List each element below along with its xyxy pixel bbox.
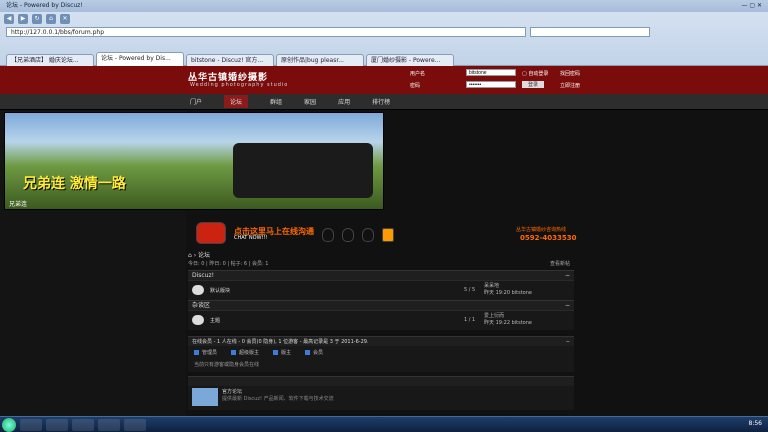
link-thumbnail[interactable] bbox=[192, 388, 218, 406]
chat-banner[interactable]: 点击这里马上在线沟通 CHAT NOW!!! bbox=[190, 218, 570, 246]
tab-4[interactable]: 原创作品|bug pleasr... bbox=[276, 54, 364, 66]
online-header: 在线会员 - 1 人在线 - 0 会员(0 隐身), 1 位游客 - 最高记录是… bbox=[188, 336, 574, 346]
login-button[interactable]: 登录 bbox=[522, 81, 545, 88]
tab-3[interactable]: bitstone - Discuz! 官方... bbox=[186, 54, 274, 66]
forum-last-post: 呆呆地 昨天 19:20 bitstone bbox=[484, 283, 532, 297]
task-item[interactable] bbox=[20, 418, 42, 431]
online-legend: 管理员 超级版主 版主 会员 bbox=[188, 346, 574, 358]
task-item[interactable] bbox=[46, 418, 68, 431]
username-label: 用户名 bbox=[410, 71, 426, 77]
window-titlebar: 论坛 - Powered by Discuz! — ▢ ✕ bbox=[0, 0, 768, 12]
password-input[interactable] bbox=[466, 81, 516, 88]
task-item[interactable] bbox=[98, 418, 120, 431]
banner-tag: 兄弟连 bbox=[9, 201, 28, 208]
home-icon[interactable]: ⌂ bbox=[46, 14, 56, 24]
breadcrumb-forum[interactable]: 论坛 bbox=[198, 252, 210, 259]
password-label: 密码 bbox=[410, 83, 421, 89]
back-icon[interactable]: ◀ bbox=[4, 14, 14, 24]
friend-link[interactable]: 官方论坛 提供最新 Discuz! 产品新闻、软件下载与技术交流 bbox=[188, 386, 574, 410]
taskbar: 8:56 bbox=[0, 416, 768, 432]
section-title[interactable]: 杂谈区 bbox=[192, 302, 210, 309]
taskbar-clock: 8:56 bbox=[748, 420, 762, 427]
forum-name[interactable]: 默认版块 bbox=[210, 287, 230, 294]
legend-admin: 管理员 bbox=[194, 349, 217, 356]
forum-icon bbox=[192, 285, 204, 295]
forum-count: 1 / 1 bbox=[464, 317, 476, 323]
search-input[interactable] bbox=[530, 27, 650, 37]
last-post-time: 昨天 19:22 bitstone bbox=[484, 320, 532, 326]
qq-icon-1[interactable] bbox=[322, 228, 334, 242]
nav-home[interactable]: 家园 bbox=[304, 97, 316, 108]
link-title[interactable]: 官方论坛 bbox=[222, 388, 334, 395]
forum-count: 5 / 5 bbox=[464, 287, 476, 293]
address-input[interactable]: http://127.0.0.1/bbs/forum.php bbox=[6, 27, 526, 37]
task-item[interactable] bbox=[124, 418, 146, 431]
weibo-icon[interactable] bbox=[382, 228, 394, 242]
forum-icon bbox=[192, 315, 204, 325]
task-item[interactable] bbox=[72, 418, 94, 431]
nav-forum[interactable]: 论坛 bbox=[224, 95, 249, 108]
forum-main: ⌂ › 论坛 今日: 0 | 昨日: 0 | 帖子: 6 | 会员: 1 查看新… bbox=[188, 250, 574, 410]
window-controls[interactable]: — ▢ ✕ bbox=[741, 0, 762, 12]
browser-toolbar: ◀ ▶ ↻ ⌂ ✕ bbox=[0, 12, 768, 26]
bookmarks-bar bbox=[0, 38, 768, 50]
link-text: 官方论坛 提供最新 Discuz! 产品新闻、软件下载与技术交流 bbox=[222, 388, 334, 402]
section-title[interactable]: Discuz! bbox=[192, 272, 214, 279]
forum-name[interactable]: 主题 bbox=[210, 317, 220, 324]
hotline-label: 丛华古镇婚纱咨询热线 bbox=[516, 227, 567, 233]
username-input[interactable] bbox=[466, 69, 516, 76]
chat-subtitle: CHAT NOW!!! bbox=[234, 235, 268, 241]
legend-member: 会员 bbox=[305, 349, 323, 356]
tab-5[interactable]: 厦门婚纱摄影 - Powere... bbox=[366, 54, 454, 66]
stats-text: 今日: 0 | 昨日: 0 | 帖子: 6 | 会员: 1 bbox=[188, 261, 269, 267]
forum-row: 主题 1 / 1 爱上衍而 昨天 19:22 bitstone bbox=[188, 310, 574, 330]
last-post-title[interactable]: 爱上衍而 bbox=[484, 313, 532, 320]
forum-last-post: 爱上衍而 昨天 19:22 bitstone bbox=[484, 313, 532, 327]
register-link[interactable]: 立即注册 bbox=[560, 82, 580, 89]
mascot-icon bbox=[196, 222, 226, 244]
nav-portal[interactable]: 门户 bbox=[190, 97, 202, 108]
online-note: 当前只有游客或隐身会员在线 bbox=[188, 358, 574, 372]
address-row: http://127.0.0.1/bbs/forum.php bbox=[0, 26, 768, 38]
banner-image[interactable]: 兄弟连 激情一路 兄弟连 bbox=[4, 112, 384, 210]
last-post-time: 昨天 19:20 bitstone bbox=[484, 290, 532, 296]
forum-stats: 今日: 0 | 昨日: 0 | 帖子: 6 | 会员: 1 查看新帖 bbox=[188, 260, 574, 270]
legend-super-mod: 超级版主 bbox=[231, 349, 259, 356]
stop-icon[interactable]: ✕ bbox=[60, 14, 70, 24]
car-image bbox=[233, 143, 373, 198]
browser-chrome: 论坛 - Powered by Discuz! — ▢ ✕ ◀ ▶ ↻ ⌂ ✕ … bbox=[0, 0, 768, 66]
view-new-link[interactable]: 查看新帖 bbox=[550, 260, 570, 267]
section-header: 杂谈区 − bbox=[188, 300, 574, 310]
hotline-number: 0592-4033530 bbox=[520, 234, 577, 242]
collapse-icon[interactable]: − bbox=[566, 337, 570, 347]
link-desc: 提供最新 Discuz! 产品新闻、软件下载与技术交流 bbox=[222, 396, 334, 402]
section-header: Discuz! − bbox=[188, 270, 574, 280]
last-post-title[interactable]: 呆呆地 bbox=[484, 283, 532, 290]
banner-title: 兄弟连 激情一路 bbox=[23, 176, 126, 192]
links-header bbox=[188, 376, 574, 386]
remember-checkbox[interactable]: ▢ 自动登录 bbox=[522, 70, 548, 77]
forum-row: 默认版块 5 / 5 呆呆地 昨天 19:20 bitstone bbox=[188, 280, 574, 300]
site-logo-subtitle: Wedding photography studio bbox=[190, 82, 289, 88]
start-icon[interactable] bbox=[2, 418, 16, 432]
tab-strip: 【兄弟酒店】 婚庆论坛... 论坛 - Powered by Dis... bi… bbox=[0, 50, 768, 66]
forgot-password-link[interactable]: 找回密码 bbox=[560, 70, 580, 77]
nav-apps[interactable]: 应用 bbox=[338, 97, 350, 108]
nav-ranking[interactable]: 排行榜 bbox=[372, 97, 390, 108]
tab-1[interactable]: 【兄弟酒店】 婚庆论坛... bbox=[6, 54, 94, 66]
qq-icon-2[interactable] bbox=[342, 228, 354, 242]
refresh-icon[interactable]: ↻ bbox=[32, 14, 42, 24]
qq-icon-3[interactable] bbox=[362, 228, 374, 242]
breadcrumb: ⌂ › 论坛 bbox=[188, 252, 211, 259]
window-title: 论坛 - Powered by Discuz! bbox=[6, 2, 83, 9]
online-summary: 在线会员 - 1 人在线 - 0 会员(0 隐身), 1 位游客 - 最高记录是… bbox=[192, 339, 369, 345]
nav-group[interactable]: 群组 bbox=[270, 97, 282, 108]
nav-items: 门户 论坛 群组 家园 应用 排行榜 bbox=[190, 95, 390, 108]
legend-mod: 版主 bbox=[273, 349, 291, 356]
tab-2[interactable]: 论坛 - Powered by Dis... bbox=[96, 52, 184, 66]
forward-icon[interactable]: ▶ bbox=[18, 14, 28, 24]
site-header bbox=[0, 66, 768, 94]
